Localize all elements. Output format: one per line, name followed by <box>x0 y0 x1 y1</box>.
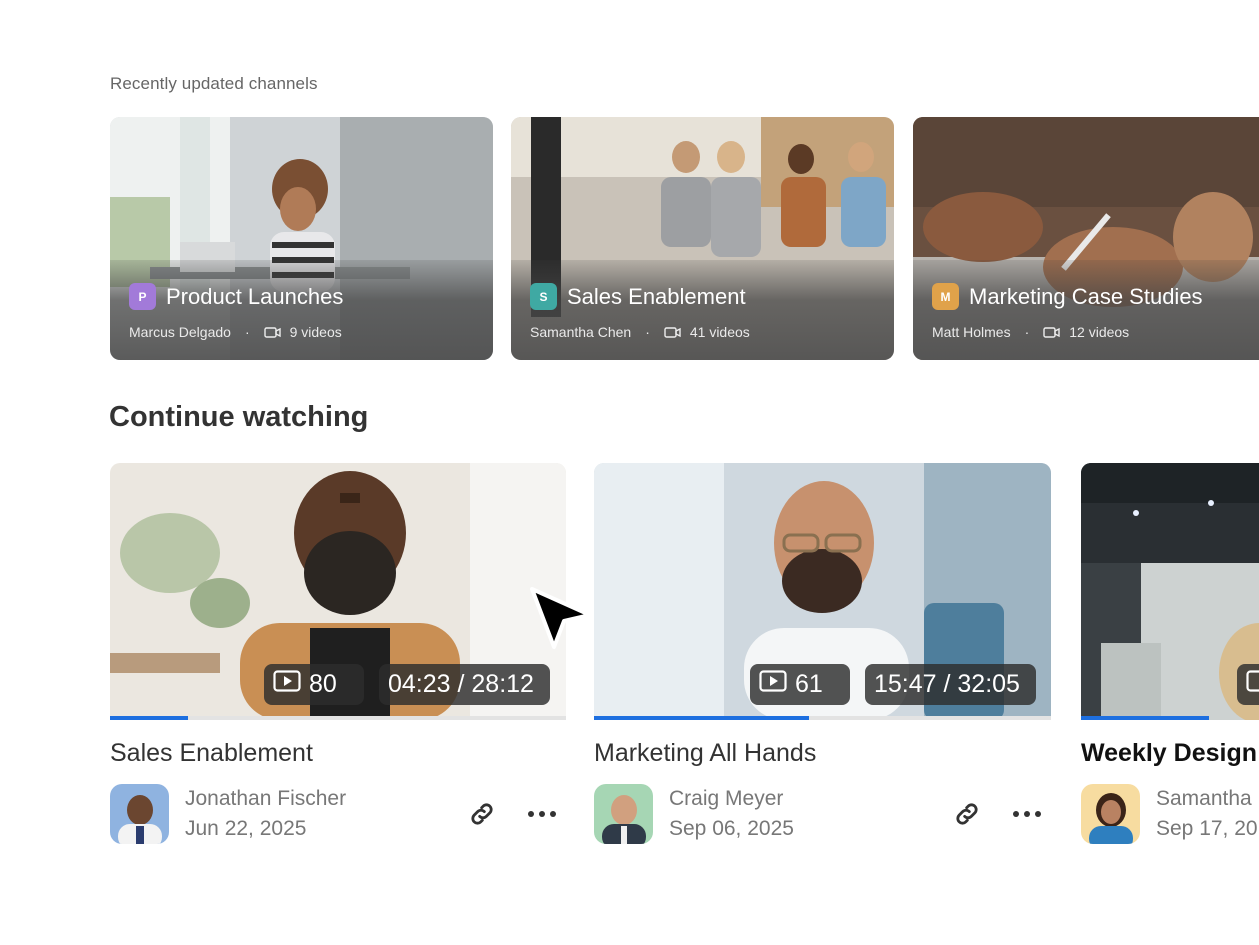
video-camera-icon <box>664 326 682 339</box>
channel-title: Marketing Case Studies <box>969 283 1203 309</box>
playback-time-badge: 15:47 / 32:05 <box>865 664 1036 705</box>
link-icon[interactable] <box>467 799 497 829</box>
separator-dot: · <box>1024 324 1030 340</box>
channel-title: Product Launches <box>166 283 344 309</box>
video-thumbnail[interactable] <box>1081 463 1259 720</box>
video-date: Sep 06, 2025 <box>669 817 794 840</box>
progress-bar <box>110 716 188 720</box>
video-title[interactable]: Sales Enablement <box>110 739 313 768</box>
channel-video-count: 9 videos <box>289 324 342 340</box>
channel-badge: S <box>530 283 557 310</box>
channel-owner: Marcus Delgado <box>129 324 231 340</box>
continue-watching-heading: Continue watching <box>109 401 369 433</box>
avatar <box>1081 784 1140 844</box>
cursor-arrow-icon <box>528 585 598 660</box>
avatar <box>594 784 653 844</box>
owner-name[interactable]: Jonathan Fischer <box>185 784 346 814</box>
channel-title: Sales Enablement <box>567 283 746 309</box>
separator-dot: · <box>645 324 650 340</box>
view-count-badge: 80 <box>264 664 364 705</box>
video-camera-icon <box>1043 326 1061 339</box>
owner-name[interactable]: Craig Meyer <box>669 784 794 814</box>
channel-card-sales-enablement[interactable]: S Sales Enablement Samantha Chen · 41 vi… <box>511 117 894 360</box>
video-card-sales-enablement[interactable]: 80 04:23 / 28:12 Sales Enablement Jonath… <box>110 463 566 844</box>
channel-video-count: 12 videos <box>1069 324 1130 340</box>
playback-time-badge: 04:23 / 28:12 <box>379 664 550 705</box>
avatar <box>110 784 169 844</box>
view-count: 80 <box>309 670 337 698</box>
video-thumbnail[interactable]: 61 15:47 / 32:05 <box>594 463 1051 720</box>
video-date: Sep 17, 20 <box>1156 817 1258 840</box>
separator-dot: · <box>244 324 250 340</box>
play-icon <box>759 670 787 699</box>
play-icon <box>273 670 301 699</box>
channel-video-count: 41 videos <box>689 324 750 340</box>
view-count-badge: 61 <box>750 664 850 705</box>
video-camera-icon <box>263 326 282 339</box>
view-count-badge <box>1237 664 1259 705</box>
view-count: 61 <box>795 670 823 698</box>
channel-badge: P <box>129 283 156 310</box>
channel-owner: Matt Holmes <box>932 324 1011 340</box>
play-icon <box>1246 670 1259 699</box>
progress-bar <box>594 716 809 720</box>
channel-owner: Samantha Chen <box>530 324 632 340</box>
video-card-weekly-design[interactable]: Weekly Design Samantha Sep 17, 20 <box>1081 463 1259 863</box>
video-title[interactable]: Marketing All Hands <box>594 739 816 768</box>
owner-name[interactable]: Samantha <box>1156 784 1258 814</box>
progress-bar <box>1081 716 1209 720</box>
more-icon[interactable] <box>1012 799 1042 829</box>
channel-card-marketing-case-studies[interactable]: M Marketing Case Studies Matt Holmes · 1… <box>913 117 1259 360</box>
video-date: Jun 22, 2025 <box>185 817 307 840</box>
section-recent-label: Recently updated channels <box>110 74 318 93</box>
more-icon[interactable] <box>527 799 557 829</box>
video-title[interactable]: Weekly Design <box>1081 739 1257 768</box>
video-card-marketing-all-hands[interactable]: 61 15:47 / 32:05 Marketing All Hands Cra… <box>594 463 1051 844</box>
channel-card-product-launches[interactable]: P Product Launches Marcus Delgado · 9 vi… <box>110 117 493 360</box>
video-thumbnail[interactable]: 80 04:23 / 28:12 <box>110 463 566 720</box>
channel-badge: M <box>932 283 959 310</box>
link-icon[interactable] <box>952 799 982 829</box>
